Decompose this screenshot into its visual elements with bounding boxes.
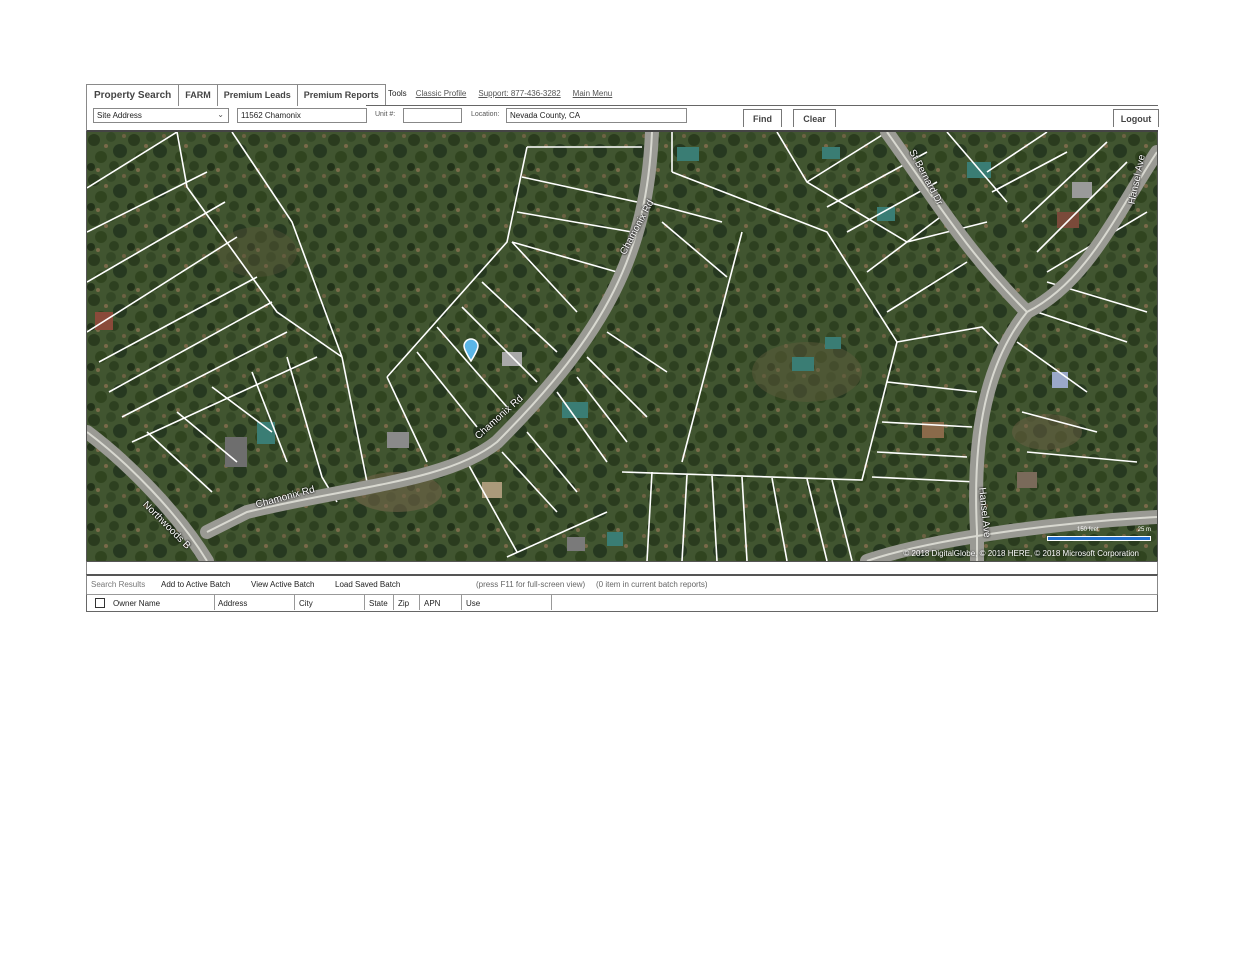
parcel-map[interactable]: Chamonix Rd Chamonix Rd Chamonix Rd Nort… — [86, 132, 1158, 561]
nav-tabs: Property Search FARM Premium Leads Premi… — [86, 84, 386, 106]
col-use[interactable]: Use — [466, 599, 480, 608]
support-phone-link[interactable]: Support: 877-436-3282 — [478, 89, 560, 98]
search-type-value: Site Address — [97, 111, 142, 120]
col-divider — [214, 595, 215, 610]
col-divider — [364, 595, 365, 610]
col-city[interactable]: City — [299, 599, 313, 608]
add-to-active-batch-button[interactable]: Add to Active Batch — [161, 580, 230, 589]
unit-label: Unit #: — [375, 111, 396, 118]
aerial-imagery — [87, 132, 1157, 561]
tab-premium-reports[interactable]: Premium Reports — [296, 84, 386, 106]
unit-input[interactable] — [403, 108, 462, 123]
tab-farm[interactable]: FARM — [178, 84, 218, 106]
scale-line — [1047, 536, 1151, 541]
location-pin-icon[interactable] — [463, 338, 479, 362]
search-results-label[interactable]: Search Results — [91, 580, 145, 589]
col-divider — [461, 595, 462, 610]
location-input[interactable] — [506, 108, 687, 123]
scale-feet-label: 150 feet — [1077, 527, 1099, 533]
batch-count: (0 item in current batch reports) — [596, 580, 708, 589]
chevron-down-icon: ⌄ — [217, 110, 224, 119]
col-state[interactable]: State — [369, 599, 388, 608]
tab-property-search[interactable]: Property Search — [86, 84, 180, 106]
classic-profile-link[interactable]: Classic Profile — [416, 89, 467, 98]
results-toolbar: Search Results Add to Active Batch View … — [86, 574, 1158, 594]
property-search-app: Property Search FARM Premium Leads Premi… — [86, 84, 1159, 612]
view-active-batch-button[interactable]: View Active Batch — [251, 580, 314, 589]
top-nav: Property Search FARM Premium Leads Premi… — [86, 84, 1158, 106]
address-input[interactable] — [237, 108, 367, 123]
tab-premium-leads[interactable]: Premium Leads — [216, 84, 298, 106]
logout-button[interactable]: Logout — [1113, 109, 1159, 127]
col-divider — [294, 595, 295, 610]
fullscreen-hint: (press F11 for full-screen view) — [476, 580, 586, 589]
col-zip[interactable]: Zip — [398, 599, 409, 608]
search-bar: Site Address ⌄ Unit #: Location: Find Cl… — [86, 106, 1159, 132]
col-divider — [551, 595, 552, 610]
load-saved-batch-button[interactable]: Load Saved Batch — [335, 580, 400, 589]
col-apn[interactable]: APN — [424, 599, 440, 608]
search-type-select[interactable]: Site Address ⌄ — [93, 108, 229, 123]
col-divider — [393, 595, 394, 610]
col-owner-name[interactable]: Owner Name — [113, 599, 160, 608]
scale-meters-label: 25 m — [1137, 527, 1151, 533]
tools-label[interactable]: Tools — [388, 89, 407, 98]
location-label: Location: — [471, 111, 500, 118]
map-footer-spacer — [86, 561, 1158, 574]
clear-button[interactable]: Clear — [793, 109, 836, 127]
select-all-checkbox[interactable] — [95, 598, 105, 608]
results-table-header: Owner Name Address City State Zip APN Us… — [86, 594, 1158, 612]
nav-links: Tools Classic Profile Support: 877-436-3… — [388, 89, 624, 98]
col-address[interactable]: Address — [218, 599, 247, 608]
main-menu-link[interactable]: Main Menu — [573, 89, 613, 98]
map-attribution: © 2018 DigitalGlobe, © 2018 HERE, © 2018… — [903, 549, 1139, 558]
find-button[interactable]: Find — [743, 109, 782, 127]
col-divider — [419, 595, 420, 610]
map-scale-bar: 150 feet 25 m — [1047, 527, 1151, 545]
